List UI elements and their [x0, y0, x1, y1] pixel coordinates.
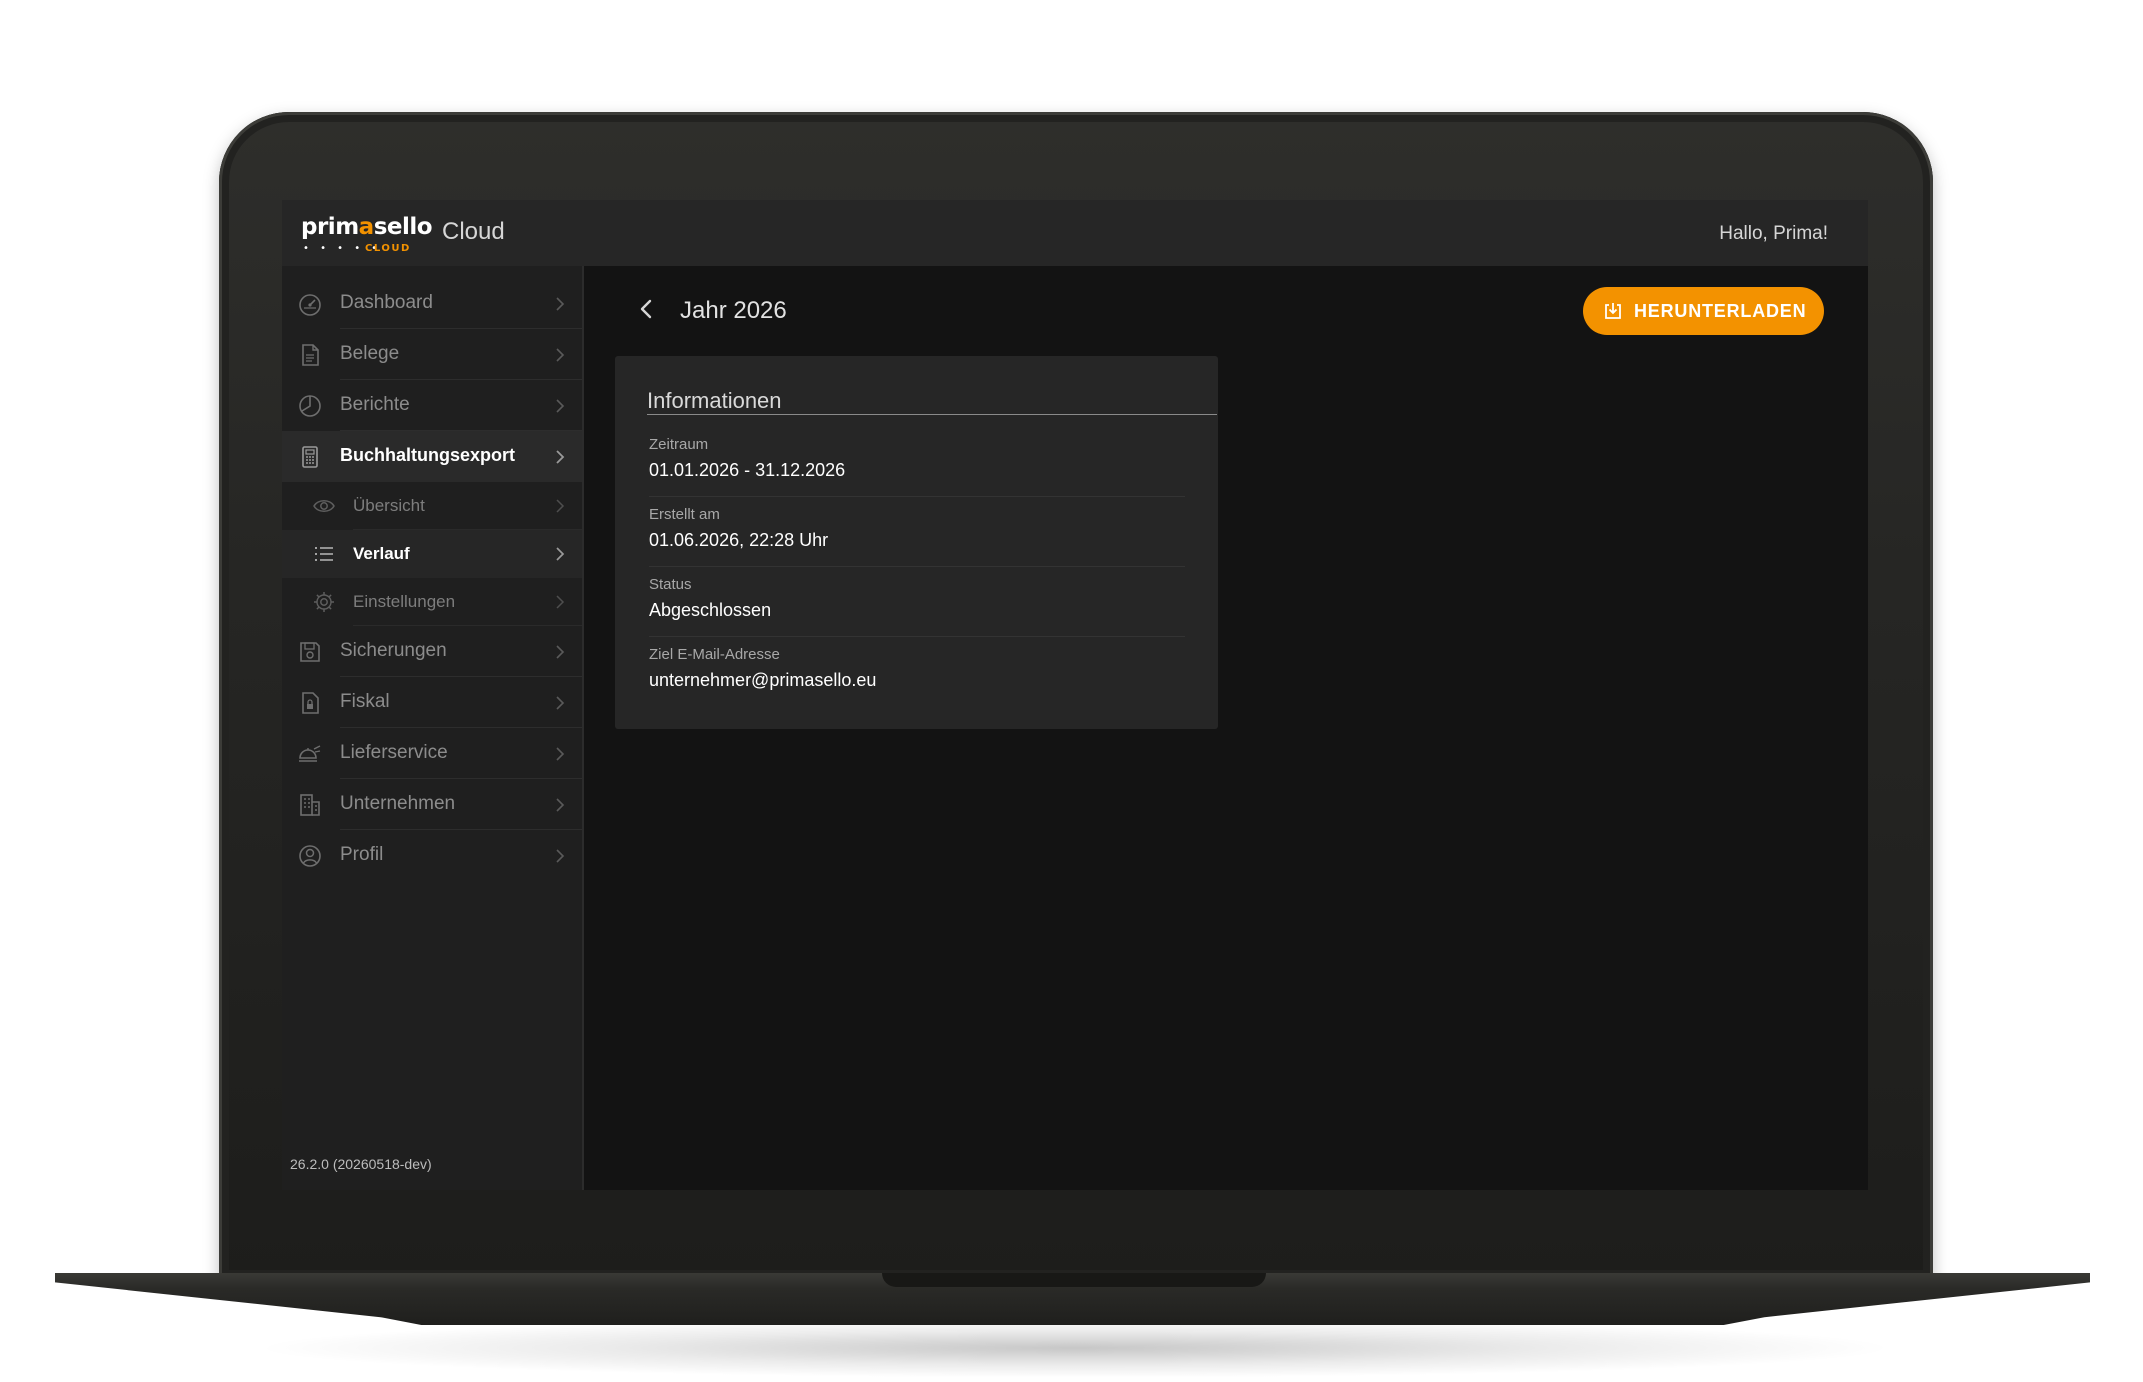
sidebar-item-berichte[interactable]: Berichte [282, 380, 582, 431]
page-title: Jahr 2026 [680, 297, 787, 324]
chevron-right-icon [556, 798, 565, 812]
primasello-logo[interactable]: primasello • • • • • CLOUD [301, 214, 433, 254]
divider [649, 636, 1185, 637]
download-button-label: HERUNTERLADEN [1634, 301, 1807, 321]
sidebar-item-label: Belege [340, 343, 400, 364]
chevron-right-icon [556, 645, 565, 659]
sidebar-item-fiskal[interactable]: Fiskal [282, 677, 582, 728]
info-key: Erstellt am [649, 506, 720, 523]
list-icon [315, 547, 333, 561]
chevron-right-icon [556, 747, 565, 761]
sidebar-item-profil[interactable]: Profil [282, 830, 582, 881]
sidebar-subitem-label: Einstellungen [353, 592, 456, 611]
top-bar: primasello • • • • • CLOUD Cloud Hallo, … [282, 200, 1868, 266]
chevron-right-icon [556, 450, 565, 464]
info-value: 01.01.2026 - 31.12.2026 [649, 460, 846, 480]
sidebar-item-label: Profil [340, 844, 384, 865]
download-icon [1605, 303, 1621, 319]
eye-icon [313, 500, 335, 512]
chevron-right-icon [556, 696, 565, 710]
laptop-shadow [250, 1318, 1900, 1378]
pie-chart-icon [299, 395, 321, 417]
lock-document-icon [302, 692, 319, 714]
app-version: 26.2.0 (20260518-dev) [290, 1156, 432, 1172]
chevron-right-icon [556, 849, 565, 863]
info-row-ziel-email: Ziel E-Mail-Adresse unternehmer@primasel… [649, 646, 1185, 716]
info-value: 01.06.2026, 22:28 Uhr [649, 530, 829, 550]
gear-icon [314, 592, 334, 612]
download-button[interactable]: HERUNTERLADEN [1583, 287, 1824, 335]
sidebar-item-label: Buchhaltungsexport [340, 445, 516, 465]
sidebar-subitem-einstellungen[interactable]: Einstellungen [282, 578, 582, 626]
sidebar-subitem-uebersicht[interactable]: Übersicht [282, 482, 582, 530]
delivery-food-icon [299, 745, 321, 762]
info-key: Zeitraum [649, 436, 709, 453]
chevron-right-icon [556, 348, 565, 362]
info-key: Ziel E-Mail-Adresse [649, 646, 780, 663]
card-title-underline [647, 414, 1217, 415]
chevron-right-icon [556, 547, 565, 561]
dashboard-gauge-icon [299, 294, 321, 316]
user-greeting[interactable]: Hallo, Prima! [1719, 223, 1828, 245]
info-value: unternehmer@primasello.eu [649, 670, 877, 690]
sidebar-item-unternehmen[interactable]: Unternehmen [282, 779, 582, 830]
laptop-notch [882, 1273, 1266, 1287]
back-arrow-icon[interactable] [632, 294, 662, 324]
chevron-right-icon [556, 297, 565, 311]
chevron-right-icon [556, 499, 565, 513]
card-title: Informationen [647, 388, 782, 413]
calculator-icon [302, 446, 318, 468]
info-key: Status [649, 576, 692, 593]
sidebar-item-label: Unternehmen [340, 793, 456, 814]
sidebar: Dashboard Belege Berichte Buchhaltungsex… [282, 266, 584, 1190]
document-icon [302, 344, 319, 366]
info-row-zeitraum: Zeitraum 01.01.2026 - 31.12.2026 [649, 436, 1185, 506]
logo-cloud-text: CLOUD [365, 243, 411, 254]
sidebar-subitem-label: Verlauf [353, 544, 410, 563]
divider [649, 566, 1185, 567]
sidebar-item-label: Berichte [340, 394, 410, 415]
info-row-erstellt-am: Erstellt am 01.06.2026, 22:28 Uhr [649, 506, 1185, 576]
divider [649, 496, 1185, 497]
chevron-right-icon [556, 595, 565, 609]
app-title: Cloud [442, 218, 505, 245]
info-row-status: Status Abgeschlossen [649, 576, 1185, 646]
sidebar-item-label: Lieferservice [340, 742, 448, 763]
sidebar-subitem-label: Übersicht [353, 496, 425, 515]
sidebar-item-belege[interactable]: Belege [282, 329, 582, 380]
sidebar-item-lieferservice[interactable]: Lieferservice [282, 728, 582, 779]
user-circle-icon [299, 845, 321, 867]
logo-wordmark: primasello [301, 214, 433, 240]
sidebar-item-sicherungen[interactable]: Sicherungen [282, 626, 582, 677]
app-screen: primasello • • • • • CLOUD Cloud Hallo, … [282, 200, 1868, 1190]
sidebar-item-label: Dashboard [340, 292, 433, 313]
floppy-disk-icon [300, 642, 320, 662]
sidebar-item-dashboard[interactable]: Dashboard [282, 278, 582, 329]
info-value: Abgeschlossen [649, 600, 772, 620]
sidebar-item-label: Sicherungen [340, 640, 447, 661]
chevron-right-icon [556, 399, 565, 413]
sidebar-subitem-verlauf[interactable]: Verlauf [282, 530, 582, 578]
sidebar-item-label: Fiskal [340, 691, 390, 712]
sidebar-item-buchhaltungsexport[interactable]: Buchhaltungsexport [282, 431, 582, 482]
building-icon [300, 794, 320, 816]
information-card: Informationen Zeitraum 01.01.2026 - 31.1… [615, 356, 1218, 729]
